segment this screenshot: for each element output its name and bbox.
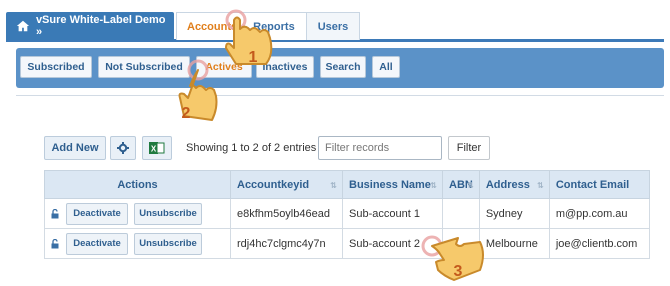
actions-cell: Deactivate Unsubscribe xyxy=(44,228,231,259)
home-icon xyxy=(16,20,30,32)
brand-home-link[interactable]: vSure White-Label Demo » xyxy=(6,12,174,40)
table-header-row: Actions Accountkeyid ⇅ Business Name ⇅ ABN… xyxy=(44,170,650,199)
col-business-name[interactable]: Business Name ⇅ xyxy=(342,170,443,199)
sort-icon: ⇅ xyxy=(430,181,437,190)
tab-users[interactable]: Users xyxy=(306,12,360,40)
table-row: Deactivate Unsubscribe rdj4hc7clgmc4y7n … xyxy=(44,228,650,259)
col-actions: Actions xyxy=(44,170,231,199)
export-excel-button[interactable]: X xyxy=(142,136,172,160)
col-contact-email[interactable]: Contact Email xyxy=(548,170,650,199)
gear-icon xyxy=(117,142,129,154)
unlock-icon[interactable] xyxy=(51,238,60,249)
excel-icon: X xyxy=(149,142,165,154)
filter-button[interactable]: Filter xyxy=(448,136,490,160)
settings-button[interactable] xyxy=(110,136,136,160)
filter-search-button[interactable]: Search xyxy=(320,56,366,78)
address-cell: Sydney xyxy=(478,198,550,229)
col-accountkeyid-label: Accountkeyid xyxy=(237,178,310,191)
accounts-table: Actions Accountkeyid ⇅ Business Name ⇅ ABN… xyxy=(44,170,650,259)
pointer-hand-icon-1: 1 xyxy=(225,9,273,66)
entries-info: Showing 1 to 2 of 2 entries xyxy=(186,142,317,154)
col-accountkeyid[interactable]: Accountkeyid ⇅ xyxy=(230,170,343,199)
deactivate-button[interactable]: Deactivate xyxy=(66,232,128,255)
col-business-name-label: Business Name xyxy=(349,178,431,191)
tab-users-label: Users xyxy=(317,20,349,33)
accountkeyid-cell: e8kfhm5oylb46ead xyxy=(230,198,343,229)
annotation-1-label: 1 xyxy=(249,49,258,66)
sort-icon: ⇅ xyxy=(467,181,474,190)
svg-text:X: X xyxy=(151,145,157,154)
unlock-icon[interactable] xyxy=(51,208,60,219)
contact-email-cell: joe@clientb.com xyxy=(548,228,650,259)
unsubscribe-button[interactable]: Unsubscribe xyxy=(134,202,202,225)
annotation-3-label: 3 xyxy=(454,263,463,280)
table-row: Deactivate Unsubscribe e8kfhm5oylb46ead … xyxy=(44,198,650,229)
sort-icon: ⇅ xyxy=(330,181,337,190)
col-address-label: Address xyxy=(485,178,530,191)
filter-subscribed-button[interactable]: Subscribed xyxy=(20,56,92,78)
filter-bar: Subscribed Not Subscribed Actives Inacti… xyxy=(16,48,664,88)
col-contact-email-label: Contact Email xyxy=(555,178,630,191)
brand-label: vSure White-Label Demo » xyxy=(35,14,166,38)
unsubscribe-button[interactable]: Unsubscribe xyxy=(134,232,202,255)
top-nav: vSure White-Label Demo » Accounts Report… xyxy=(6,12,664,42)
accountkeyid-cell: rdj4hc7clgmc4y7n xyxy=(230,228,343,259)
filter-records-input[interactable] xyxy=(318,136,442,160)
actions-cell: Deactivate Unsubscribe xyxy=(44,198,231,229)
annotation-2-label: 2 xyxy=(182,105,191,122)
address-cell: Melbourne xyxy=(478,228,550,259)
filter-all-button[interactable]: All xyxy=(372,56,400,78)
add-new-button[interactable]: Add New xyxy=(44,136,106,160)
pointer-hand-icon-3: 3 xyxy=(421,235,484,281)
divider xyxy=(16,95,664,96)
contact-email-cell: m@pp.com.au xyxy=(548,198,650,229)
deactivate-button[interactable]: Deactivate xyxy=(66,202,128,225)
col-abn[interactable]: ABN ⇅ xyxy=(442,170,480,199)
business-name-cell: Sub-account 1 xyxy=(342,198,443,229)
sort-icon: ⇅ xyxy=(537,181,544,190)
abn-cell xyxy=(442,198,480,229)
col-address[interactable]: Address ⇅ xyxy=(478,170,550,199)
pointer-hand-icon-2: 2 xyxy=(178,59,218,122)
